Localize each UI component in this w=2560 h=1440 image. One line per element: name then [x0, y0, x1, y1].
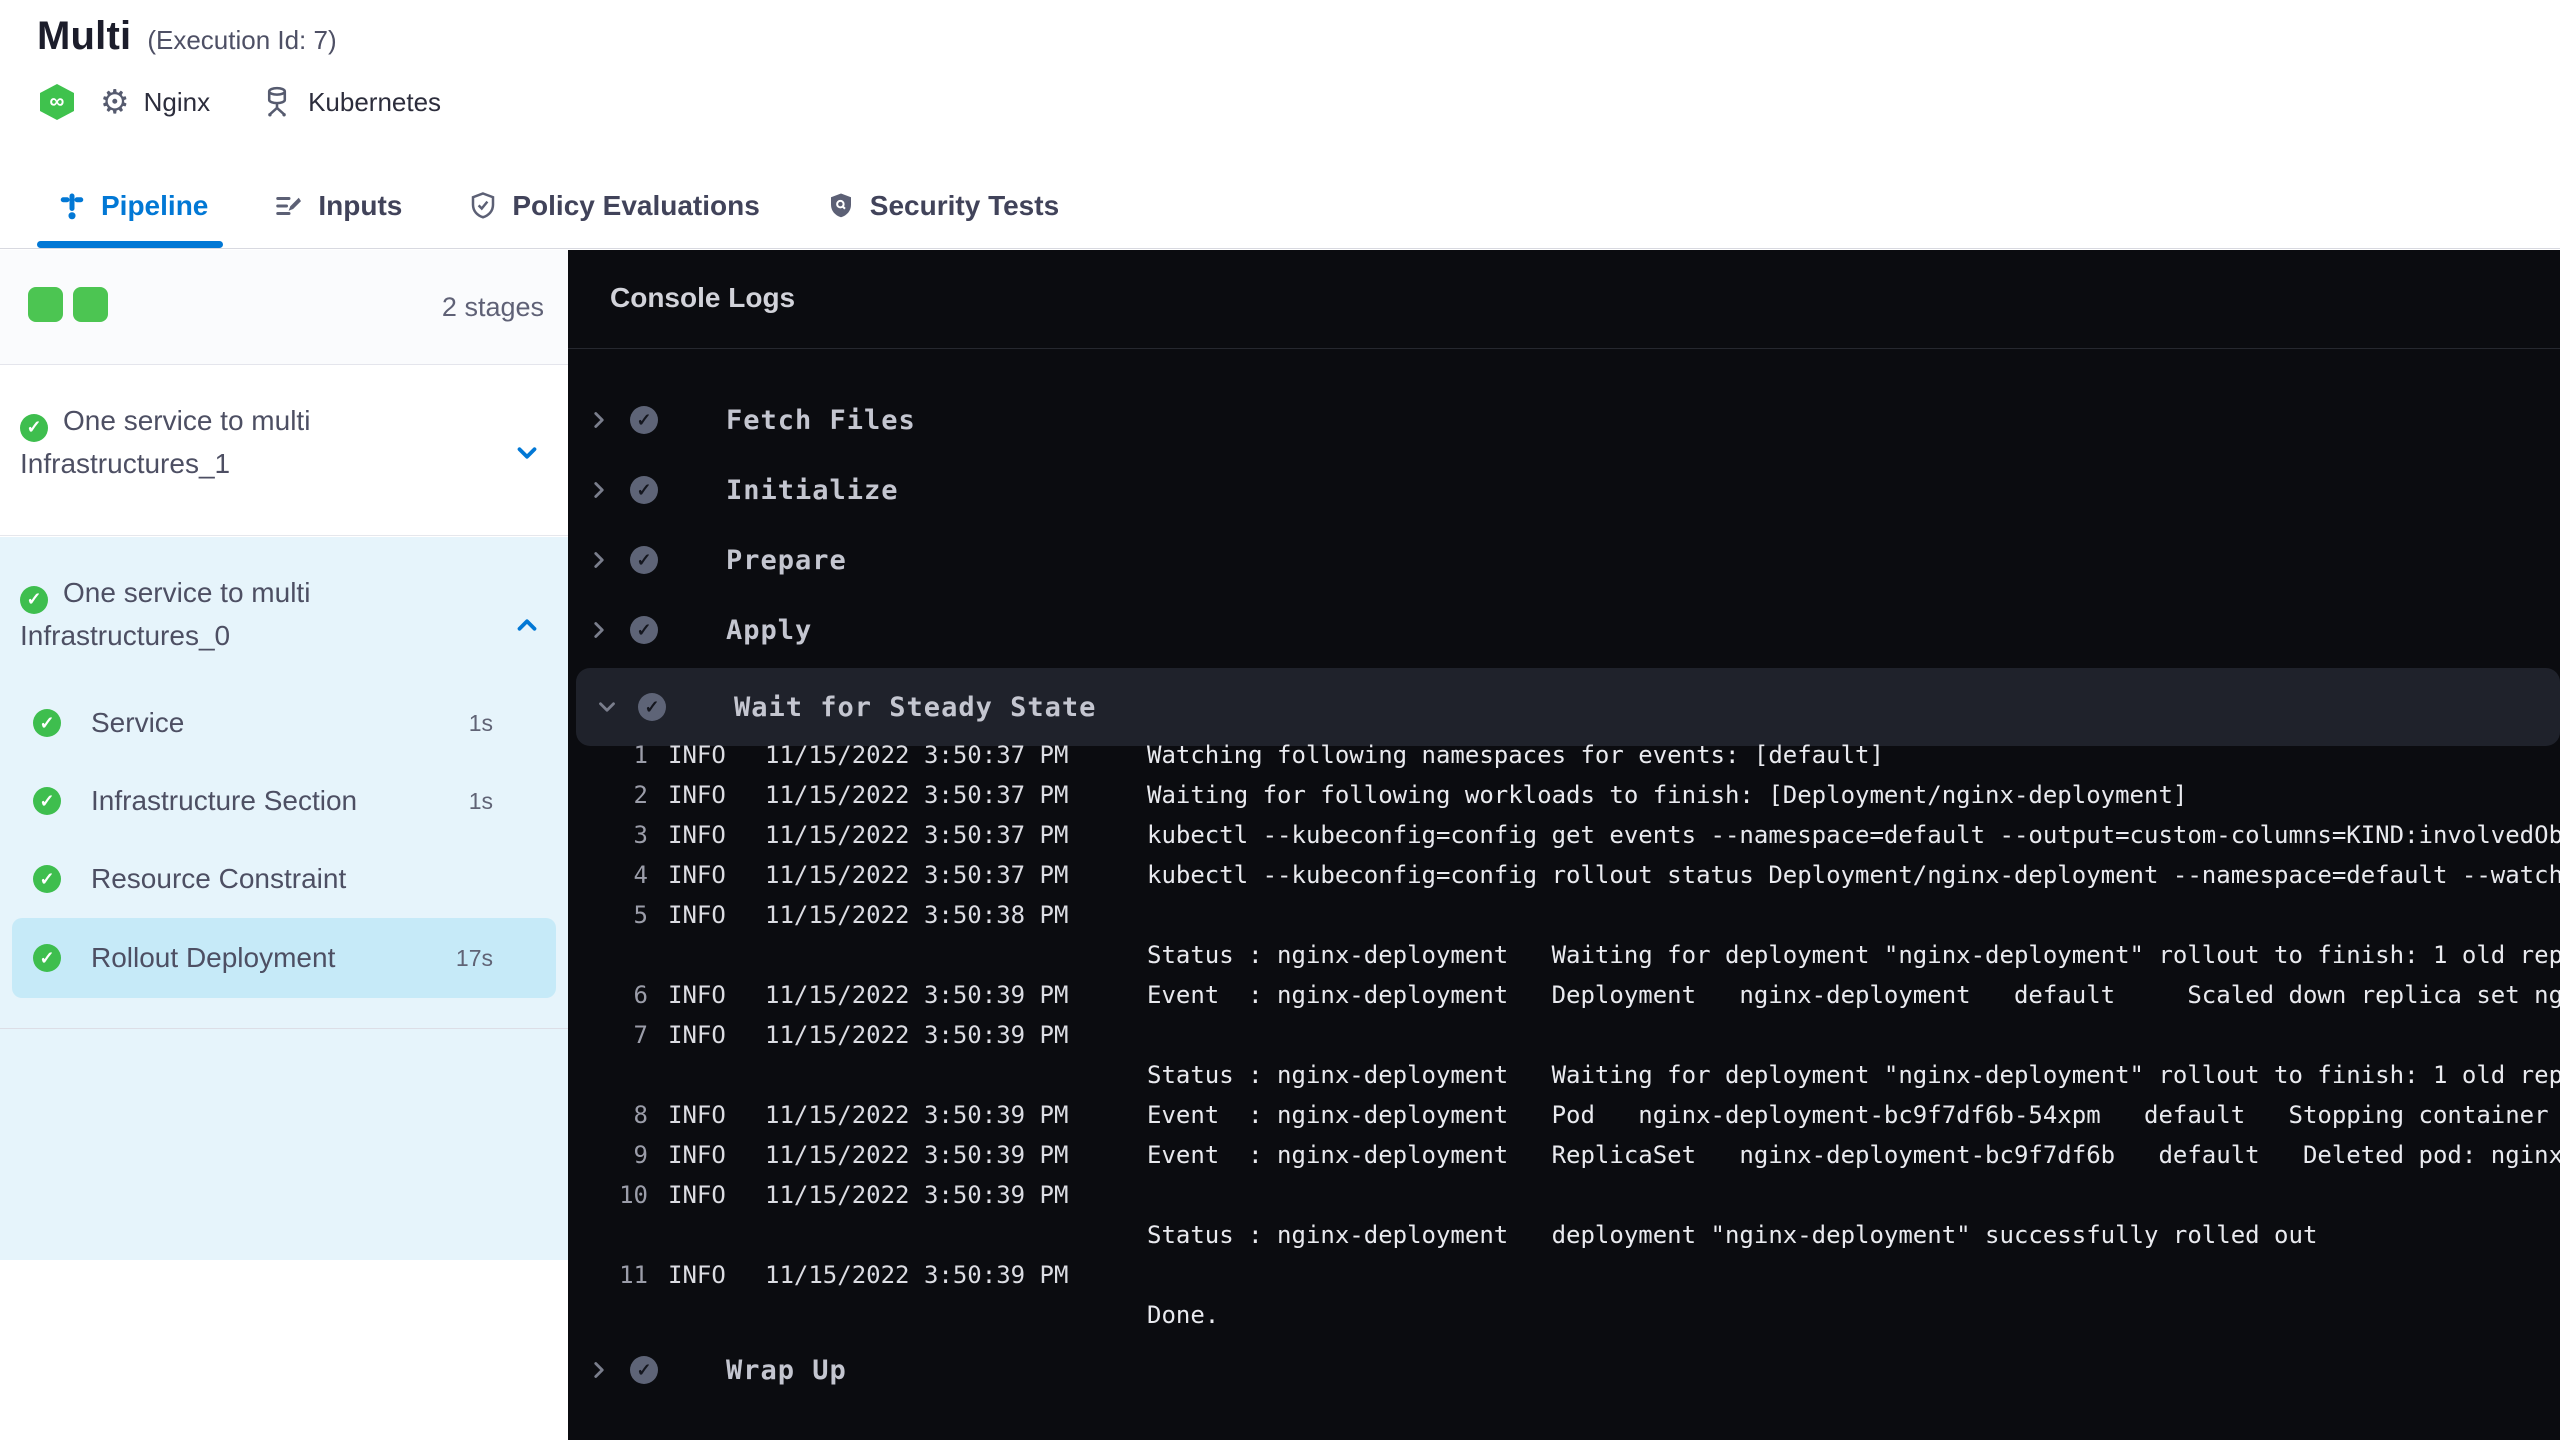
- infrastructure-name[interactable]: Kubernetes: [308, 87, 441, 118]
- execution-header: Multi (Execution Id: 7) ∞ ⚙ Nginx Kubern…: [0, 0, 2560, 163]
- console-step-fetch-files[interactable]: ✓ Fetch Files: [568, 390, 2560, 450]
- log-line: 4 INFO 11/15/2022 3:50:37 PM kubectl --kube…: [633, 861, 2560, 889]
- chevron-up-icon[interactable]: [512, 609, 542, 652]
- stage-count-label: 2 stages: [441, 292, 544, 322]
- step-success-icon: ✓: [638, 693, 666, 721]
- stage-status-square-2[interactable]: [73, 287, 108, 322]
- step-list: ✓ Service 1s ✓ Infrastructure Section 1s…: [0, 684, 568, 998]
- success-check-icon: ✓: [20, 413, 48, 442]
- chevron-right-icon: [594, 552, 604, 568]
- success-check-icon: ✓: [20, 585, 48, 614]
- success-check-icon: ✓: [33, 865, 61, 893]
- tab-inputs-label: Inputs: [318, 189, 403, 221]
- log-line: 2 INFO 11/15/2022 3:50:37 PM Waiting for fo…: [633, 781, 2188, 809]
- step-duration: 1s: [468, 709, 493, 736]
- log-line: 3 INFO 11/15/2022 3:50:37 PM kubectl --kube…: [633, 821, 2560, 849]
- log-line: 6 INFO 11/15/2022 3:50:39 PM Event : nginx-…: [633, 981, 2560, 1009]
- stage-item-infrastructures-1[interactable]: ✓ One service to multi Infrastructures_1: [0, 365, 568, 536]
- stage-status-square-1[interactable]: [28, 287, 63, 322]
- console-step-label: Wrap Up: [726, 1354, 847, 1386]
- step-success-icon: ✓: [630, 616, 658, 644]
- tab-pipeline-label: Pipeline: [101, 189, 209, 221]
- tab-inputs[interactable]: Inputs: [274, 163, 402, 248]
- chevron-right-icon: [594, 622, 604, 638]
- console-step-apply[interactable]: ✓ Apply: [568, 600, 2560, 660]
- step-label: Resource Constraint: [91, 863, 347, 894]
- stages-summary-bar: 2 stages: [0, 250, 568, 365]
- chevron-down-icon[interactable]: [512, 437, 542, 480]
- success-check-icon: ✓: [33, 709, 61, 737]
- harness-cd-icon: ∞: [40, 84, 74, 120]
- page-title: Multi: [37, 14, 132, 58]
- success-check-icon: ✓: [33, 944, 61, 972]
- log-line: 10 INFO 11/15/2022 3:50:39 PM: [619, 1181, 1069, 1209]
- pipeline-execution-page: Multi (Execution Id: 7) ∞ ⚙ Nginx Kubern…: [0, 0, 2560, 1440]
- pipeline-icon: [60, 193, 84, 219]
- tab-policy-evaluations-label: Policy Evaluations: [512, 189, 760, 221]
- step-label: Rollout Deployment: [91, 942, 336, 973]
- service-gear-icon: ⚙: [100, 83, 130, 120]
- step-success-icon: ✓: [630, 1356, 658, 1384]
- step-infrastructure-section[interactable]: ✓ Infrastructure Section 1s: [0, 762, 568, 840]
- console-step-label: Wait for Steady State: [734, 691, 1097, 723]
- policy-shield-check-icon: [472, 191, 495, 219]
- step-label: Infrastructure Section: [91, 785, 358, 816]
- log-line: 11 INFO 11/15/2022 3:50:39 PM: [619, 1261, 1069, 1289]
- execution-id: (Execution Id: 7): [147, 25, 337, 55]
- inputs-icon: [276, 196, 302, 215]
- console-step-initialize[interactable]: ✓ Initialize: [568, 460, 2560, 520]
- tab-security-tests[interactable]: Security Tests: [826, 163, 1059, 248]
- step-rollout-deployment[interactable]: ✓ Rollout Deployment 17s: [12, 918, 556, 998]
- execution-meta-row: ∞ ⚙ Nginx Kubernetes: [40, 84, 441, 120]
- console-step-label: Fetch Files: [726, 404, 916, 436]
- log-line: 9 INFO 11/15/2022 3:50:39 PM Event : nginx-…: [633, 1141, 2560, 1169]
- chevron-right-icon: [594, 412, 604, 428]
- log-line: 7 INFO 11/15/2022 3:50:39 PM: [633, 1021, 1069, 1049]
- stage-name: One service to multi Infrastructures_0: [20, 577, 311, 651]
- log-line: Status : nginx-deployment Waiting for de…: [1147, 1061, 2560, 1089]
- title-row: Multi (Execution Id: 7): [37, 14, 337, 59]
- security-shield-icon: [830, 193, 851, 217]
- divider: [568, 348, 2560, 349]
- step-duration: 1s: [468, 787, 493, 814]
- active-tab-underline: [37, 241, 223, 248]
- step-resource-constraint[interactable]: ✓ Resource Constraint: [0, 840, 568, 918]
- success-check-icon: ✓: [33, 787, 61, 815]
- log-line: 1 INFO 11/15/2022 3:50:37 PM Watching follo…: [633, 741, 1884, 769]
- stage-sidebar: 2 stages ✓ One service to multi Infrastru…: [0, 250, 568, 1440]
- step-success-icon: ✓: [630, 406, 658, 434]
- stage-item-infrastructures-0: ✓ One service to multi Infrastructures_0 …: [0, 537, 568, 1260]
- console-logs-panel: Console Logs ✓ Fetch Files ✓ Initialize …: [568, 250, 2560, 1440]
- log-line: Done.: [1147, 1301, 1220, 1329]
- console-step-label: Prepare: [726, 544, 847, 576]
- service-name[interactable]: Nginx: [144, 87, 210, 118]
- log-lines: 1 INFO 11/15/2022 3:50:37 PM Watching follo…: [568, 735, 2560, 1335]
- log-line: Status : nginx-deployment deployment "ng…: [1147, 1221, 2318, 1249]
- console-logs-title: Console Logs: [610, 282, 796, 313]
- step-success-icon: ✓: [630, 476, 658, 504]
- log-line: 8 INFO 11/15/2022 3:50:39 PM Event : nginx-…: [633, 1101, 2549, 1129]
- step-success-icon: ✓: [630, 546, 658, 574]
- stage-head: ✓ One service to multi Infrastructures_1: [0, 365, 568, 485]
- stage-name: One service to multi Infrastructures_1: [20, 405, 311, 479]
- step-label: Service: [91, 707, 185, 738]
- tab-policy-evaluations[interactable]: Policy Evaluations: [468, 163, 760, 248]
- tab-pipeline[interactable]: Pipeline: [37, 163, 223, 248]
- console-step-wrap-up[interactable]: ✓ Wrap Up: [568, 1340, 2560, 1400]
- chevron-down-icon: [599, 702, 615, 712]
- step-duration: 17s: [455, 944, 493, 971]
- log-line: Status : nginx-deployment Waiting for de…: [1147, 941, 2560, 969]
- infrastructure-icon: [268, 86, 287, 117]
- console-step-label: Initialize: [726, 474, 899, 506]
- console-step-label: Apply: [726, 614, 813, 646]
- console-step-prepare[interactable]: ✓ Prepare: [568, 530, 2560, 590]
- step-service[interactable]: ✓ Service 1s: [0, 684, 568, 762]
- divider: [0, 1028, 568, 1029]
- tab-bar: Pipeline Inputs Policy Evaluations Secur…: [0, 163, 2560, 249]
- stage-head[interactable]: ✓ One service to multi Infrastructures_0: [0, 537, 568, 657]
- chevron-right-icon: [594, 482, 604, 498]
- log-line: 5 INFO 11/15/2022 3:50:38 PM: [633, 901, 1069, 929]
- chevron-right-icon: [594, 1362, 604, 1378]
- tab-security-tests-label: Security Tests: [869, 189, 1060, 221]
